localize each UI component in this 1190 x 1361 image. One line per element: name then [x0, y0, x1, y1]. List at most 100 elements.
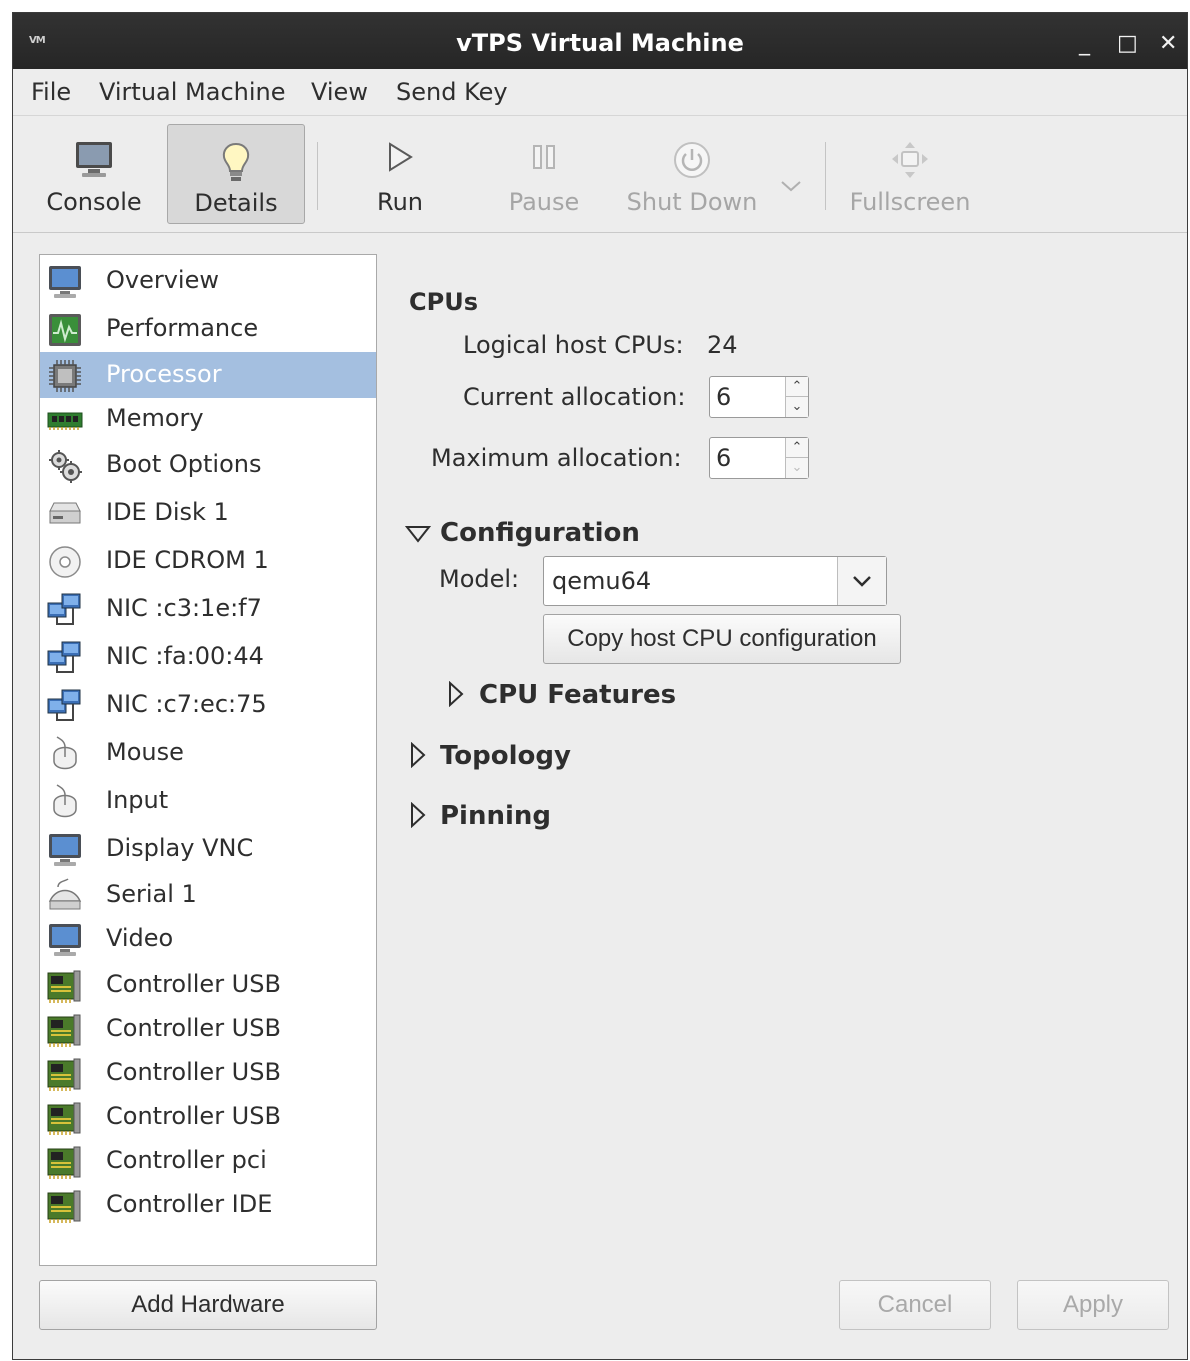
stepper-arrows: ⌃ ⌄: [785, 438, 808, 478]
console-label: Console: [46, 188, 142, 216]
sidebar-item-label: Processor: [106, 360, 222, 388]
sidebar-item-controller-usb[interactable]: Controller USB: [40, 962, 376, 1008]
cpu-features-heading[interactable]: CPU Features: [479, 680, 676, 710]
sidebar-item-mouse[interactable]: Mouse: [40, 730, 376, 776]
controller-card-icon: [47, 1014, 81, 1047]
increment-chevron-up-icon[interactable]: ⌃: [786, 377, 808, 397]
sidebar-item-label: IDE CDROM 1: [106, 546, 269, 574]
menu-file[interactable]: File: [31, 78, 71, 106]
current-allocation-stepper[interactable]: 6 ⌃ ⌄: [709, 376, 809, 418]
sidebar-item-label: Controller IDE: [106, 1190, 273, 1218]
sidebar-item-label: Mouse: [106, 738, 184, 766]
fullscreen-button[interactable]: Fullscreen: [841, 124, 979, 224]
add-hardware-button[interactable]: Add Hardware: [39, 1280, 377, 1330]
minimize-button[interactable]: _: [1079, 31, 1090, 56]
mouse-icon: [53, 736, 77, 770]
fullscreen-label: Fullscreen: [849, 188, 971, 216]
sidebar-item-controller-usb[interactable]: Controller USB: [40, 1094, 376, 1140]
controller-card-icon: [47, 1058, 81, 1091]
sidebar-item-controller-usb[interactable]: Controller USB: [40, 1006, 376, 1052]
details-button[interactable]: Details: [167, 124, 305, 224]
sidebar-item-label: Performance: [106, 314, 259, 342]
shutdown-button[interactable]: Shut Down: [619, 124, 765, 224]
monitor-icon: [76, 142, 112, 177]
sidebar-item-boot-options[interactable]: Boot Options: [40, 442, 376, 488]
chevron-down-icon: [853, 576, 871, 587]
sidebar-item-input[interactable]: Input: [40, 778, 376, 824]
sidebar-item-display-vnc[interactable]: Display VNC: [40, 826, 376, 872]
run-button[interactable]: Run: [345, 124, 455, 224]
play-icon: [389, 142, 413, 172]
hardware-list: Overview Performance Processor Memory Boot O…: [39, 254, 377, 1266]
decrement-chevron-down-icon[interactable]: ⌄: [786, 397, 808, 417]
sidebar-item-processor[interactable]: Processor: [40, 352, 376, 398]
pause-icon: [533, 145, 555, 169]
menu-view[interactable]: View: [311, 78, 368, 106]
sidebar-item-controller-ide[interactable]: Controller IDE: [40, 1182, 376, 1228]
details-label: Details: [194, 189, 278, 217]
topology-expander-right-triangle-icon[interactable]: [409, 742, 427, 768]
shutdown-dropdown-chevron-down-icon[interactable]: [779, 178, 803, 194]
monitor-icon: [49, 924, 81, 956]
apply-button[interactable]: Apply: [1017, 1280, 1169, 1330]
sidebar-item-controller-usb[interactable]: Controller USB: [40, 1050, 376, 1096]
controller-card-icon: [47, 1190, 81, 1223]
configuration-heading[interactable]: Configuration: [440, 518, 640, 548]
sidebar-item-label: NIC :fa:00:44: [106, 642, 264, 670]
copy-host-cpu-configuration-button[interactable]: Copy host CPU configuration: [543, 614, 901, 664]
performance-icon: [49, 314, 81, 346]
vm-details-window: VM vTPS Virtual Machine _ □ ✕ File Virtu…: [12, 12, 1188, 1360]
configuration-expander-down-triangle-icon[interactable]: [405, 524, 431, 544]
model-dropdown-button[interactable]: [837, 557, 886, 605]
maximum-allocation-stepper[interactable]: 6 ⌃ ⌄: [709, 437, 809, 479]
sidebar-item-memory[interactable]: Memory: [40, 396, 376, 442]
current-allocation-value: 6: [716, 383, 732, 411]
sidebar-item-overview[interactable]: Overview: [40, 258, 376, 304]
disk-icon: [49, 502, 81, 524]
sidebar-item-ide-cdrom-1[interactable]: IDE CDROM 1: [40, 538, 376, 584]
sidebar-item-ide-disk-1[interactable]: IDE Disk 1: [40, 490, 376, 536]
cpu-features-expander-right-triangle-icon[interactable]: [447, 681, 465, 707]
pause-button[interactable]: Pause: [487, 124, 601, 224]
network-icon: [47, 593, 81, 625]
processor-panel: CPUs Logical host CPUs: 24 Current alloc…: [393, 254, 1183, 1266]
close-button[interactable]: ✕: [1159, 31, 1177, 56]
pinning-expander-right-triangle-icon[interactable]: [409, 802, 427, 828]
sidebar-item-label: NIC :c3:1e:f7: [106, 594, 262, 622]
sidebar-item-label: Controller pci: [106, 1146, 267, 1174]
decrement-chevron-down-icon[interactable]: ⌄: [786, 458, 808, 478]
logical-host-cpus-label: Logical host CPUs:: [463, 331, 684, 359]
cancel-button[interactable]: Cancel: [839, 1280, 991, 1330]
menu-send-key[interactable]: Send Key: [396, 78, 508, 106]
console-button[interactable]: Console: [31, 124, 157, 224]
maximize-button[interactable]: □: [1117, 31, 1138, 56]
sidebar-item-performance[interactable]: Performance: [40, 306, 376, 352]
maximum-allocation-label: Maximum allocation:: [431, 444, 682, 472]
title-bar: VM vTPS Virtual Machine _ □ ✕: [13, 13, 1187, 69]
model-combobox[interactable]: qemu64: [543, 556, 887, 606]
sidebar-item-nic-c7-ec-75[interactable]: NIC :c7:ec:75: [40, 682, 376, 728]
increment-chevron-up-icon[interactable]: ⌃: [786, 438, 808, 458]
topology-heading[interactable]: Topology: [440, 741, 571, 771]
controller-card-icon: [47, 1146, 81, 1179]
fullscreen-icon: [892, 142, 928, 178]
current-allocation-label: Current allocation:: [463, 383, 686, 411]
monitor-icon: [49, 266, 81, 298]
stepper-arrows: ⌃ ⌄: [785, 377, 808, 417]
sidebar-item-nic-fa-00-44[interactable]: NIC :fa:00:44: [40, 634, 376, 680]
sidebar-item-label: Controller USB: [106, 1014, 281, 1042]
toolbar: Console Details Run Pause Shut Down Full…: [13, 116, 1187, 233]
network-icon: [47, 641, 81, 673]
menu-virtual-machine[interactable]: Virtual Machine: [99, 78, 286, 106]
sidebar-item-controller-pci[interactable]: Controller pci: [40, 1138, 376, 1184]
sidebar-item-label: Video: [106, 924, 174, 952]
network-icon: [47, 689, 81, 721]
lightbulb-icon: [222, 142, 250, 181]
sidebar-item-nic-c3-1e-f7[interactable]: NIC :c3:1e:f7: [40, 586, 376, 632]
gears-icon: [49, 450, 82, 483]
sidebar-item-serial-1[interactable]: Serial 1: [40, 872, 376, 918]
sidebar-item-video[interactable]: Video: [40, 916, 376, 962]
pinning-heading[interactable]: Pinning: [440, 801, 551, 831]
maximum-allocation-value: 6: [716, 444, 732, 472]
sidebar-item-label: Input: [106, 786, 169, 814]
